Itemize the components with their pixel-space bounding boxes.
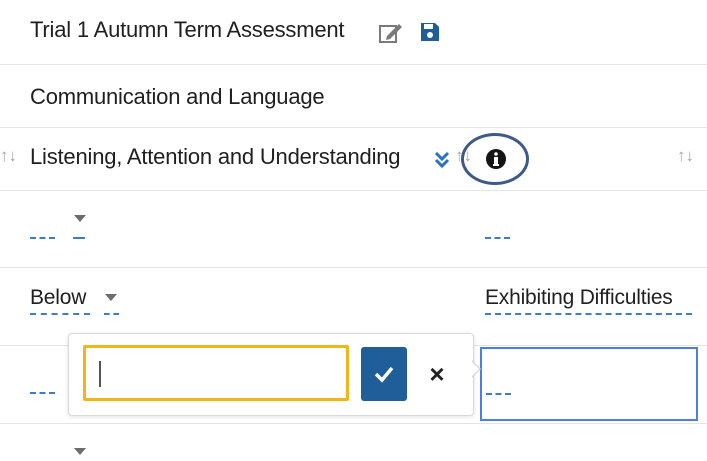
- info-icon[interactable]: [485, 148, 507, 170]
- dropdown-caret-icon[interactable]: [74, 448, 86, 455]
- inline-edit-popup: ×: [68, 333, 474, 416]
- divider: [0, 423, 707, 424]
- dropdown-caret-icon[interactable]: [74, 215, 86, 222]
- editable-cell[interactable]: [104, 313, 119, 315]
- divider: [0, 64, 707, 65]
- expand-double-chevron-icon[interactable]: [433, 149, 451, 171]
- strand-column-header[interactable]: Listening, Attention and Understanding: [30, 144, 401, 170]
- table-row: [0, 191, 707, 267]
- subject-title: Communication and Language: [30, 84, 325, 109]
- text-cursor: [99, 361, 101, 387]
- dropdown-caret-icon[interactable]: [105, 294, 117, 301]
- editable-cell[interactable]: [485, 313, 692, 315]
- edit-input[interactable]: [83, 345, 349, 401]
- confirm-button[interactable]: [361, 347, 407, 401]
- row-right-value[interactable]: Exhibiting Difficulties: [485, 286, 673, 310]
- editable-cell[interactable]: [485, 237, 510, 239]
- active-cell[interactable]: [480, 347, 698, 421]
- cancel-button[interactable]: ×: [419, 347, 455, 401]
- editable-cell[interactable]: [486, 393, 511, 395]
- sort-icon[interactable]: ↑↓: [0, 146, 17, 166]
- save-icon[interactable]: [419, 21, 441, 43]
- editable-cell[interactable]: [73, 237, 85, 239]
- sort-icon[interactable]: ↑↓: [677, 146, 694, 166]
- row-left-value[interactable]: Below: [30, 286, 86, 310]
- edit-icon[interactable]: [378, 21, 404, 45]
- assessment-title: Trial 1 Autumn Term Assessment: [30, 17, 345, 42]
- editable-cell[interactable]: [30, 392, 55, 394]
- check-icon: [374, 366, 394, 383]
- popup-arrow-inner: [471, 361, 479, 377]
- divider: [0, 127, 707, 128]
- editable-cell[interactable]: [30, 313, 90, 315]
- editable-cell[interactable]: [30, 237, 55, 239]
